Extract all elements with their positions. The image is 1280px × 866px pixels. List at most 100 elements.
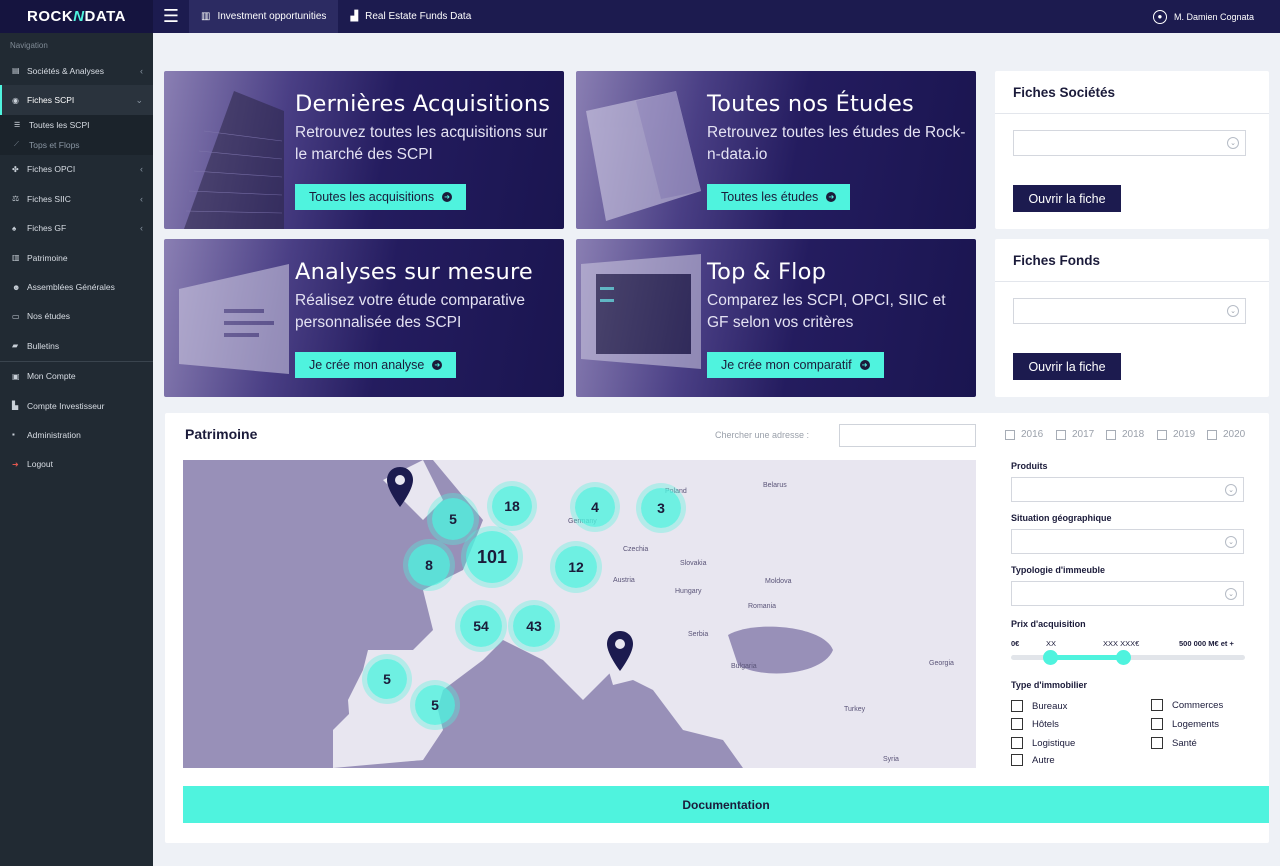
- year-label: 2017: [1072, 429, 1095, 440]
- sidebar-item-tops-flops[interactable]: ⟋ Tops et Flops: [0, 134, 153, 155]
- documentation-button[interactable]: Documentation: [183, 786, 1269, 823]
- logo-text-left: ROCK: [27, 8, 74, 25]
- prix-range-slider[interactable]: [1011, 650, 1245, 665]
- map-cluster[interactable]: 12: [555, 546, 597, 588]
- map-pin-icon[interactable]: [387, 467, 413, 507]
- checkbox-label: Santé: [1172, 737, 1197, 749]
- arrow-right-icon: ➜: [826, 192, 837, 202]
- tab-investment-opportunities[interactable]: ▥ Investment opportunities: [189, 0, 339, 33]
- checkbox[interactable]: [1011, 754, 1023, 766]
- sidebar-item-administration[interactable]: ▪ Administration: [0, 420, 153, 449]
- brochure-photo: [586, 91, 701, 221]
- puzzle-icon: ✤: [12, 164, 19, 174]
- arrow-right-icon: ➜: [859, 360, 870, 370]
- all-studies-button[interactable]: Toutes les études ➜: [707, 184, 851, 210]
- map-cluster[interactable]: 18: [492, 486, 532, 526]
- checkbox[interactable]: [1151, 699, 1163, 711]
- map-cluster[interactable]: 43: [513, 605, 555, 647]
- sidebar-item-patrimoine[interactable]: ▥ Patrimoine: [0, 243, 153, 272]
- bank-icon: ▤: [12, 66, 20, 76]
- checkbox-logements[interactable]: Logements: [1151, 718, 1219, 730]
- checkbox[interactable]: [1011, 718, 1023, 730]
- typologie-select[interactable]: ⌄: [1011, 581, 1244, 606]
- sidebar-item-assemblees[interactable]: ☻ Assemblées Générales: [0, 272, 153, 301]
- year-checkbox-2017[interactable]: 2017: [1056, 429, 1094, 440]
- chevron-down-icon: ⌄: [1225, 588, 1237, 600]
- card-title: Toutes nos Études: [707, 91, 914, 117]
- europe-map[interactable]: Belarus Poland Czechia Slovakia Austria …: [183, 460, 976, 768]
- map-cluster[interactable]: 101: [466, 531, 518, 583]
- map-cluster[interactable]: 3: [641, 488, 681, 528]
- year-checkbox-2016[interactable]: 2016: [1005, 429, 1043, 440]
- tab-real-estate-funds-data[interactable]: ▟ Real Estate Funds Data: [338, 0, 483, 33]
- checkbox[interactable]: [1106, 429, 1116, 440]
- logo[interactable]: ROCK N DATA: [0, 0, 153, 33]
- map-cluster[interactable]: 4: [575, 487, 615, 527]
- sidebar-item-bulletins[interactable]: ▰ Bulletins: [0, 331, 153, 360]
- map-cluster[interactable]: 5: [432, 498, 474, 540]
- checkbox[interactable]: [1005, 429, 1015, 440]
- tab-label: Investment opportunities: [217, 11, 327, 22]
- year-checkbox-2020[interactable]: 2020: [1207, 429, 1245, 440]
- map-label: Serbia: [688, 631, 709, 638]
- hamburger-icon[interactable]: ☰: [153, 0, 189, 33]
- checkbox[interactable]: [1011, 737, 1023, 749]
- checkbox[interactable]: [1151, 737, 1163, 749]
- users-icon: ☻: [12, 282, 21, 292]
- card-top-flop: Top & Flop Comparez les SCPI, OPCI, SIIC…: [576, 239, 976, 397]
- sidebar-item-toutes-scpi[interactable]: ☰ Toutes les SCPI: [0, 114, 153, 135]
- create-comparison-button[interactable]: Je crée mon comparatif ➜: [707, 352, 884, 378]
- sidebar-item-logout[interactable]: ➜ Logout: [0, 450, 153, 479]
- sidebar-item-label: Compte Investisseur: [27, 400, 105, 411]
- list-icon: ☰: [14, 121, 21, 129]
- card-text: Réalisez votre étude comparative personn…: [295, 292, 526, 331]
- map-cluster[interactable]: 5: [415, 685, 455, 725]
- map-pin-icon[interactable]: [607, 631, 633, 671]
- sidebar-item-mon-compte[interactable]: ▣ Mon Compte: [0, 362, 153, 391]
- user-menu[interactable]: ● M. Damien Cognata: [1152, 9, 1254, 24]
- produits-select[interactable]: ⌄: [1011, 477, 1244, 502]
- checkbox-hotels[interactable]: Hôtels: [1011, 718, 1059, 730]
- address-search-input[interactable]: [839, 424, 976, 447]
- create-analysis-button[interactable]: Je crée mon analyse ➜: [295, 352, 457, 378]
- checkbox[interactable]: [1056, 429, 1066, 440]
- sidebar-item-fiches-opci[interactable]: ✤ Fiches OPCI ‹: [0, 155, 153, 184]
- range-handle-high[interactable]: [1115, 650, 1131, 665]
- id-card-icon: ▣: [12, 371, 20, 381]
- map-cluster[interactable]: 54: [460, 605, 502, 647]
- button-label: Ouvrir la fiche: [1028, 359, 1106, 374]
- prix-low-label: XX: [1046, 639, 1057, 648]
- fonds-select[interactable]: ⌄: [1013, 298, 1246, 324]
- checkbox-bureaux[interactable]: Bureaux: [1011, 700, 1067, 712]
- societe-select[interactable]: ⌄: [1013, 130, 1246, 156]
- map-cluster[interactable]: 8: [408, 544, 450, 586]
- year-checkbox-2019[interactable]: 2019: [1157, 429, 1195, 440]
- situation-select[interactable]: ⌄: [1011, 529, 1244, 554]
- checkbox-sante[interactable]: Santé: [1151, 737, 1197, 749]
- checkbox[interactable]: [1157, 429, 1167, 440]
- checkbox-autre[interactable]: Autre: [1011, 754, 1055, 766]
- sidebar-item-fiches-scpi[interactable]: ◉ Fiches SCPI ⌄: [0, 85, 153, 116]
- dashboard-photo: [179, 264, 289, 374]
- sidebar-item-societes[interactable]: ▤ Sociétés & Analyses ‹: [0, 56, 153, 85]
- open-societe-button[interactable]: Ouvrir la fiche: [1013, 185, 1121, 212]
- all-acquisitions-button[interactable]: Toutes les acquisitions ➜: [295, 184, 467, 210]
- range-handle-low[interactable]: [1043, 650, 1059, 665]
- sidebar-item-nos-etudes[interactable]: ▭ Nos études: [0, 302, 153, 331]
- checkbox-commerces[interactable]: Commerces: [1151, 699, 1223, 711]
- checkbox[interactable]: [1151, 718, 1163, 730]
- open-fonds-button[interactable]: Ouvrir la fiche: [1013, 353, 1121, 380]
- lock-icon: ▪: [12, 430, 15, 440]
- sidebar-item-fiches-siic[interactable]: ⚖ Fiches SIIC ‹: [0, 184, 153, 213]
- sidebar-item-fiches-gf[interactable]: ♠ Fiches GF ‹: [0, 214, 153, 243]
- sidebar-item-compte-investisseur[interactable]: ▙ Compte Investisseur: [0, 391, 153, 420]
- checkbox[interactable]: [1011, 700, 1023, 712]
- year-label: 2019: [1173, 429, 1196, 440]
- map-cluster[interactable]: 5: [367, 659, 407, 699]
- fiches-fonds-panel: Fiches Fonds ⌄ Ouvrir la fiche: [995, 239, 1269, 397]
- panel-title: Fiches Sociétés: [995, 71, 1269, 114]
- year-checkbox-2018[interactable]: 2018: [1106, 429, 1144, 440]
- checkbox[interactable]: [1207, 429, 1217, 440]
- situation-label: Situation géographique: [1011, 513, 1112, 523]
- checkbox-logistique[interactable]: Logistique: [1011, 737, 1075, 749]
